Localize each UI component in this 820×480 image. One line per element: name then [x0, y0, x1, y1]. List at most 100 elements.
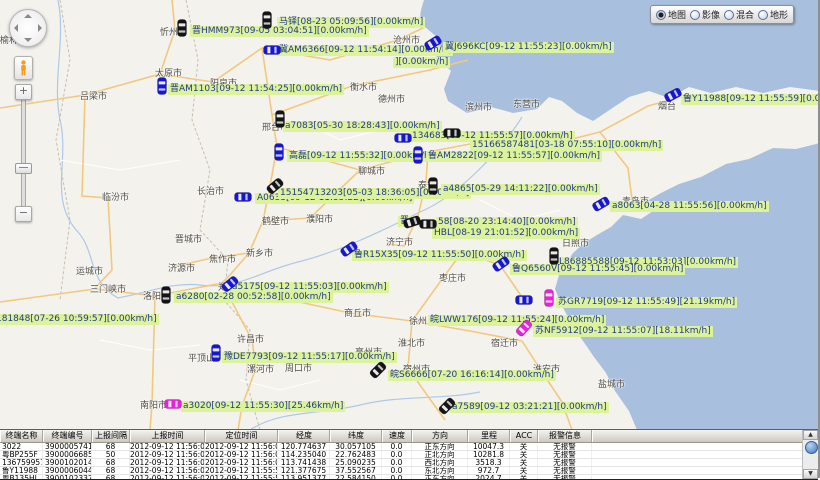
scroll-thumb[interactable]	[805, 441, 818, 454]
column-header-9[interactable]: 里程	[468, 430, 510, 442]
zoom-in-button[interactable]: +	[15, 84, 32, 100]
vehicle-car-icon[interactable]	[422, 32, 444, 54]
table-cell: 2012-09-12 11:56:06	[130, 467, 205, 474]
vehicle-label[interactable]: 鲁Q6560V[09-12 11:55:45][0.00km/h]	[510, 264, 685, 275]
vehicle-car-icon[interactable]	[543, 245, 565, 267]
column-header-3[interactable]: 上报时间	[130, 430, 205, 442]
vehicle-label[interactable]: 181848[07-26 10:59:57][0.00km/h]	[0, 314, 159, 325]
table-cell: 68	[92, 443, 130, 450]
maptype-option-0[interactable]: 地图	[656, 8, 686, 21]
vehicle-car-icon[interactable]	[367, 359, 389, 381]
vehicle-car-icon[interactable]	[171, 17, 193, 39]
table-row[interactable]: 136759957...3900102014682012-09-12 11:56…	[0, 459, 818, 467]
vehicle-car-icon[interactable]	[269, 108, 291, 130]
vehicle-car-icon[interactable]	[268, 141, 290, 163]
table-row[interactable]: 30223900005741682012-09-12 11:56:092012-…	[0, 443, 818, 451]
maptype-option-1[interactable]: 影像	[690, 8, 720, 21]
column-header-1[interactable]: 终端编号	[43, 430, 92, 442]
vehicle-label[interactable]: HBL[08-19 21:01:52][0.00km/h]	[432, 228, 580, 239]
vehicle-car-icon[interactable]	[256, 9, 278, 31]
vehicle-label[interactable]: 晋HMM973[09-05 03:04:51][0.00km/h]	[190, 26, 369, 37]
column-header-7[interactable]: 速度	[382, 430, 412, 442]
vehicle-car-icon[interactable]	[538, 287, 560, 309]
table-cell	[592, 443, 803, 450]
column-header-8[interactable]: 方向	[412, 430, 468, 442]
pan-right-icon[interactable]	[38, 24, 42, 32]
vehicle-label[interactable]: a4865[05-29 14:11:22][0.00km/h]	[441, 184, 600, 195]
city-label: 运城市	[76, 267, 103, 277]
zoom-out-button[interactable]: −	[15, 206, 32, 222]
vehicle-label[interactable]: 苏NF5912[09-12 11:55:07][18.11km/h]	[533, 326, 713, 337]
pan-down-icon[interactable]	[24, 38, 32, 42]
city-label: 衡水市	[350, 83, 377, 93]
radio-icon[interactable]	[690, 10, 700, 20]
scroll-up-button[interactable]: ▲	[803, 430, 818, 440]
column-header-0[interactable]: 终端名称	[0, 430, 43, 442]
vehicle-car-icon[interactable]	[662, 84, 684, 106]
vehicle-car-icon[interactable]	[422, 175, 444, 197]
map-pan-control[interactable]	[9, 9, 47, 47]
vehicle-label[interactable]: a6280[02-28 00:52:58][0.00km/h]	[174, 292, 333, 303]
table-cell: 10047.3	[468, 443, 510, 450]
radio-icon[interactable]	[724, 10, 734, 20]
vehicle-car-icon[interactable]	[513, 289, 535, 311]
column-header-4[interactable]: 定位时间	[205, 430, 278, 442]
vehicle-car-icon[interactable]	[590, 193, 612, 215]
vehicle-label[interactable]: 58[08-20 23:14:40][0.00km/h]	[436, 217, 578, 228]
radio-icon[interactable]	[656, 10, 666, 20]
table-scrollbar[interactable]: ▲ ▼	[802, 430, 818, 479]
vehicle-car-icon[interactable]	[407, 144, 429, 166]
vehicle-label[interactable]: a7589[09-12 03:21:21][0.00km/h]	[450, 402, 609, 413]
vehicle-car-icon[interactable]	[151, 75, 173, 97]
vehicle-car-icon[interactable]	[513, 317, 535, 339]
vehicle-car-icon[interactable]	[264, 175, 286, 197]
vehicle-car-icon[interactable]	[338, 238, 360, 260]
column-header-10[interactable]: ACC	[510, 430, 538, 442]
vehicle-car-icon[interactable]	[490, 253, 512, 275]
zoom-slider-handle[interactable]	[15, 163, 32, 174]
column-header-11[interactable]: 报警信息	[538, 430, 592, 442]
column-header-5[interactable]: 经度	[278, 430, 330, 442]
pan-up-icon[interactable]	[24, 14, 32, 18]
vehicle-car-icon[interactable]	[441, 122, 463, 144]
vehicle-car-icon[interactable]	[162, 393, 184, 415]
vehicle-label[interactable]: a8063[04-28 11:55:56][0.00km/h]	[610, 201, 769, 212]
table-row[interactable]: 粤BP255F3900006685502012-09-12 11:56:0920…	[0, 451, 818, 459]
maptype-option-label: 混合	[736, 8, 754, 21]
vehicle-label[interactable]: a3020[09-12 11:55:30][25.46km/h]	[181, 401, 345, 412]
vehicle-car-icon[interactable]	[205, 342, 227, 364]
maptype-option-2[interactable]: 混合	[724, 8, 754, 21]
city-label: 临汾市	[102, 193, 129, 203]
column-header-12[interactable]	[592, 430, 803, 442]
vehicle-car-icon[interactable]	[155, 284, 177, 306]
vehicle-label[interactable]: 冀J696KC[09-12 11:55:23][0.00km/h]	[443, 42, 614, 53]
city-label: 济宁市	[386, 238, 413, 248]
vehicle-label[interactable]: 皖S6666[07-20 16:16:14][0.00km/h]	[388, 370, 556, 381]
vehicle-car-icon[interactable]	[436, 395, 458, 417]
column-header-2[interactable]: 上报间隔	[92, 430, 130, 442]
vehicle-car-icon[interactable]	[261, 39, 283, 61]
table-row[interactable]: 鲁Y119883900006044682012-09-12 11:56:0620…	[0, 467, 818, 475]
vehicle-label[interactable]: 苏GR7719[09-12 11:55:49][21.19km/h]	[556, 297, 737, 308]
table-cell: 正东方向	[412, 443, 468, 450]
table-cell: 121.377675	[278, 467, 330, 474]
column-header-6[interactable]: 纬度	[330, 430, 382, 442]
radio-icon[interactable]	[758, 10, 768, 20]
maptype-switcher: 地图影像 混合地形	[650, 5, 794, 24]
vehicle-car-icon[interactable]	[232, 186, 254, 208]
city-label: 聊城市	[358, 167, 385, 177]
vehicle-label[interactable]: 晋AM1103[09-12 11:54:25][0.00km/h]	[168, 84, 344, 95]
vehicle-car-icon[interactable]	[219, 273, 241, 295]
table-cell: 3900006044	[43, 467, 92, 474]
maptype-option-3[interactable]: 地形	[758, 8, 788, 21]
vehicle-label[interactable]: 15166587481[03-18 07:55:10][0.00km/h]	[470, 140, 663, 151]
vehicle-car-icon[interactable]	[417, 213, 439, 235]
pan-left-icon[interactable]	[14, 24, 18, 32]
pegman-streetview-control[interactable]	[14, 56, 33, 80]
zoom-slider-track[interactable]	[21, 96, 26, 214]
vehicle-label[interactable]: ][0.00km/h]	[393, 57, 450, 68]
vehicle-label[interactable]: 鲁AM2822[09-12 11:55:57][0.00km/h]	[426, 151, 602, 162]
map-canvas[interactable]: 榆林忻州市太原市阳泉市吕梁市衡水市德州市沧州市滨州市东营市烟台邢台市聊城市临汾市…	[0, 0, 818, 429]
vehicle-label[interactable]: 鲁Y11988[09-12 11:55:59][0.00km/h]	[681, 94, 818, 105]
city-label: 淮北市	[398, 339, 425, 349]
